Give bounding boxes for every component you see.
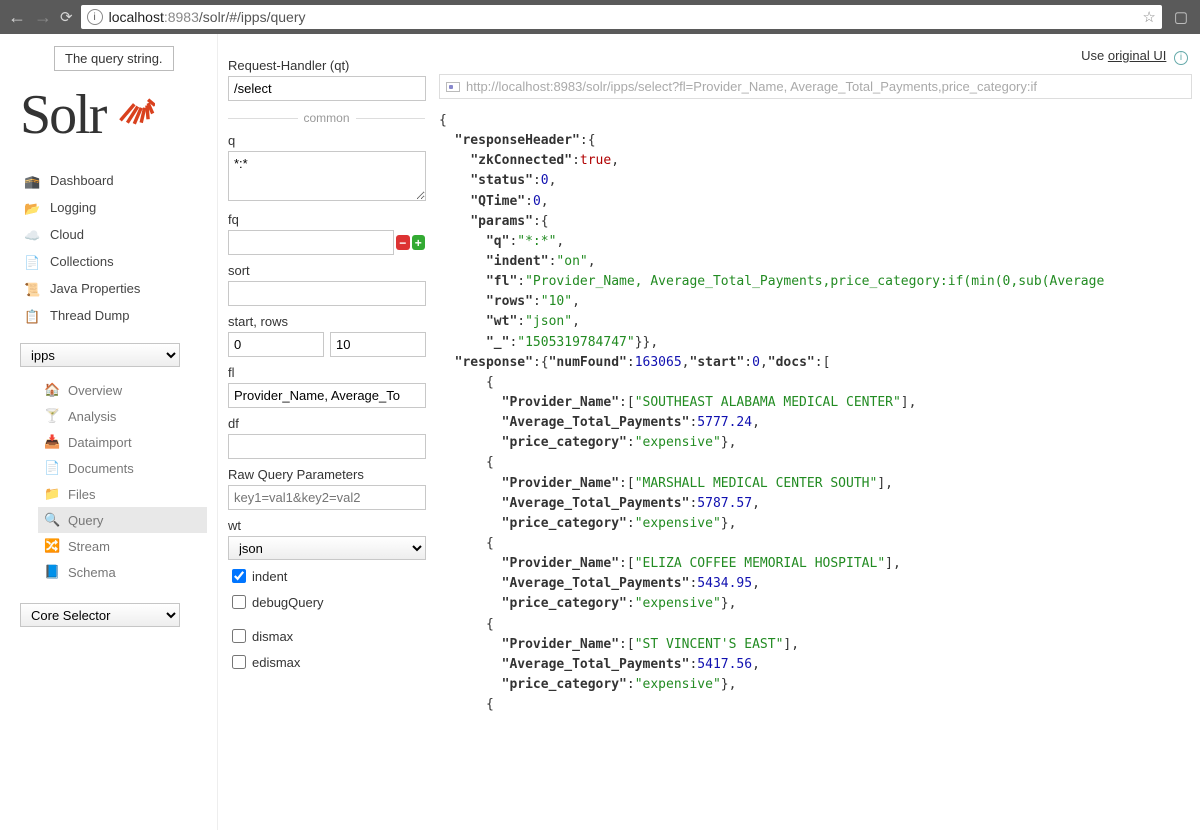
fl-label: fl bbox=[228, 365, 425, 380]
fq-label: fq bbox=[228, 212, 425, 227]
sub-nav-label: Analysis bbox=[68, 409, 116, 424]
nav-item[interactable]: 📜 Java Properties bbox=[20, 275, 207, 302]
sun-icon bbox=[109, 79, 155, 125]
sub-nav-item[interactable]: 🏠 Overview bbox=[38, 377, 207, 403]
bookmark-icon[interactable]: ☆ bbox=[1142, 8, 1155, 26]
nav-label: Dashboard bbox=[50, 173, 114, 188]
nav-list: 🕋 Dashboard 📂 Logging ☁️ Cloud 📄 Collections 📜 Ja… bbox=[20, 167, 207, 329]
wt-select[interactable]: json bbox=[228, 536, 426, 560]
debug-label: debugQuery bbox=[252, 595, 324, 610]
result-url: http://localhost:8983/solr/ipps/select?f… bbox=[466, 79, 1037, 94]
common-divider: common bbox=[298, 111, 356, 125]
query-form: Request-Handler (qt) common q *:* fq − +… bbox=[217, 34, 435, 830]
sub-nav-label: Stream bbox=[68, 539, 110, 554]
link-icon bbox=[446, 82, 460, 92]
sub-nav-label: Overview bbox=[68, 383, 122, 398]
rh-input[interactable] bbox=[228, 76, 426, 101]
fl-input[interactable] bbox=[228, 383, 426, 408]
fq-input[interactable] bbox=[228, 230, 394, 255]
dismax-label: dismax bbox=[252, 629, 293, 644]
raw-input[interactable] bbox=[228, 485, 426, 510]
result-url-box[interactable]: http://localhost:8983/solr/ipps/select?f… bbox=[439, 74, 1192, 99]
nav-label: Cloud bbox=[50, 227, 84, 242]
sub-nav-item[interactable]: 🔀 Stream bbox=[38, 533, 207, 559]
sub-nav-icon: 📁 bbox=[44, 486, 60, 502]
core-selector[interactable]: Core Selector bbox=[20, 603, 180, 627]
cast-icon[interactable]: ▢ bbox=[1174, 8, 1188, 26]
nav-icon: 📜 bbox=[24, 282, 42, 296]
result-panel: http://localhost:8983/solr/ipps/select?f… bbox=[435, 34, 1200, 830]
sub-nav-icon: 🏠 bbox=[44, 382, 60, 398]
sub-nav-item[interactable]: 📥 Dataimport bbox=[38, 429, 207, 455]
sub-nav-label: Query bbox=[68, 513, 103, 528]
sub-nav-icon: 📥 bbox=[44, 434, 60, 450]
sub-nav-label: Files bbox=[68, 487, 95, 502]
df-input[interactable] bbox=[228, 434, 426, 459]
nav-label: Thread Dump bbox=[50, 308, 129, 323]
rh-label: Request-Handler (qt) bbox=[228, 58, 425, 73]
url-port: :8983 bbox=[164, 9, 199, 25]
nav-icon: 🕋 bbox=[24, 174, 42, 188]
sub-nav-icon: 🔀 bbox=[44, 538, 60, 554]
sub-nav-item[interactable]: 📄 Documents bbox=[38, 455, 207, 481]
nav-label: Java Properties bbox=[50, 281, 140, 296]
nav-icon: 📄 bbox=[24, 255, 42, 269]
nav-item[interactable]: 📄 Collections bbox=[20, 248, 207, 275]
indent-label: indent bbox=[252, 569, 287, 584]
browser-toolbar: ← → ⟳ i localhost:8983/solr/#/ipps/query… bbox=[0, 0, 1200, 34]
indent-checkbox[interactable] bbox=[232, 569, 246, 583]
sub-nav-label: Documents bbox=[68, 461, 134, 476]
edismax-label: edismax bbox=[252, 655, 300, 670]
nav-item[interactable]: 📂 Logging bbox=[20, 194, 207, 221]
back-button[interactable]: ← bbox=[8, 7, 26, 28]
info-icon: i bbox=[87, 9, 103, 25]
url-bar[interactable]: i localhost:8983/solr/#/ipps/query ☆ bbox=[81, 5, 1162, 29]
sub-nav-label: Dataimport bbox=[68, 435, 132, 450]
remove-fq-button[interactable]: − bbox=[396, 235, 410, 250]
nav-label: Collections bbox=[50, 254, 114, 269]
sub-nav-label: Schema bbox=[68, 565, 116, 580]
sub-nav-item[interactable]: 🍸 Analysis bbox=[38, 403, 207, 429]
nav-icon: ☁️ bbox=[24, 228, 42, 242]
sidebar: Solr 🕋 Dashboard 📂 Logging ☁️ Cloud 📄 Collectio… bbox=[0, 34, 217, 830]
sub-nav-item[interactable]: 📁 Files bbox=[38, 481, 207, 507]
start-input[interactable] bbox=[228, 332, 324, 357]
wt-label: wt bbox=[228, 518, 425, 533]
core-sub-list: 🏠 Overview 🍸 Analysis 📥 Dataimport 📄 Documents 📁… bbox=[38, 377, 207, 585]
sub-nav-icon: 📄 bbox=[44, 460, 60, 476]
sub-nav-icon: 🍸 bbox=[44, 408, 60, 424]
add-fq-button[interactable]: + bbox=[412, 235, 426, 250]
sub-nav-item[interactable]: 📘 Schema bbox=[38, 559, 207, 585]
sub-nav-icon: 🔍 bbox=[44, 512, 60, 528]
url-host: localhost bbox=[109, 9, 164, 25]
df-label: df bbox=[228, 416, 425, 431]
nav-label: Logging bbox=[50, 200, 96, 215]
raw-label: Raw Query Parameters bbox=[228, 467, 425, 482]
nav-icon: 📂 bbox=[24, 201, 42, 215]
nav-item[interactable]: ☁️ Cloud bbox=[20, 221, 207, 248]
logo-text: Solr bbox=[20, 83, 105, 147]
nav-item[interactable]: 📋 Thread Dump bbox=[20, 302, 207, 329]
q-label: q bbox=[228, 133, 425, 148]
nav-icon: 📋 bbox=[24, 309, 42, 323]
url-path: /solr/#/ipps/query bbox=[199, 9, 306, 25]
debug-checkbox[interactable] bbox=[232, 595, 246, 609]
nav-item[interactable]: 🕋 Dashboard bbox=[20, 167, 207, 194]
logo: Solr bbox=[20, 79, 207, 147]
json-output: { "responseHeader":{ "zkConnected":true,… bbox=[439, 111, 1192, 715]
startrows-label: start, rows bbox=[228, 314, 425, 329]
sort-label: sort bbox=[228, 263, 425, 278]
reload-button[interactable]: ⟳ bbox=[60, 8, 73, 26]
dismax-checkbox[interactable] bbox=[232, 629, 246, 643]
sort-input[interactable] bbox=[228, 281, 426, 306]
edismax-checkbox[interactable] bbox=[232, 655, 246, 669]
q-input[interactable]: *:* bbox=[228, 151, 426, 201]
core-select[interactable]: ipps bbox=[20, 343, 180, 367]
forward-button[interactable]: → bbox=[34, 7, 52, 28]
rows-input[interactable] bbox=[330, 332, 426, 357]
sub-nav-item[interactable]: 🔍 Query bbox=[38, 507, 207, 533]
sub-nav-icon: 📘 bbox=[44, 564, 60, 580]
